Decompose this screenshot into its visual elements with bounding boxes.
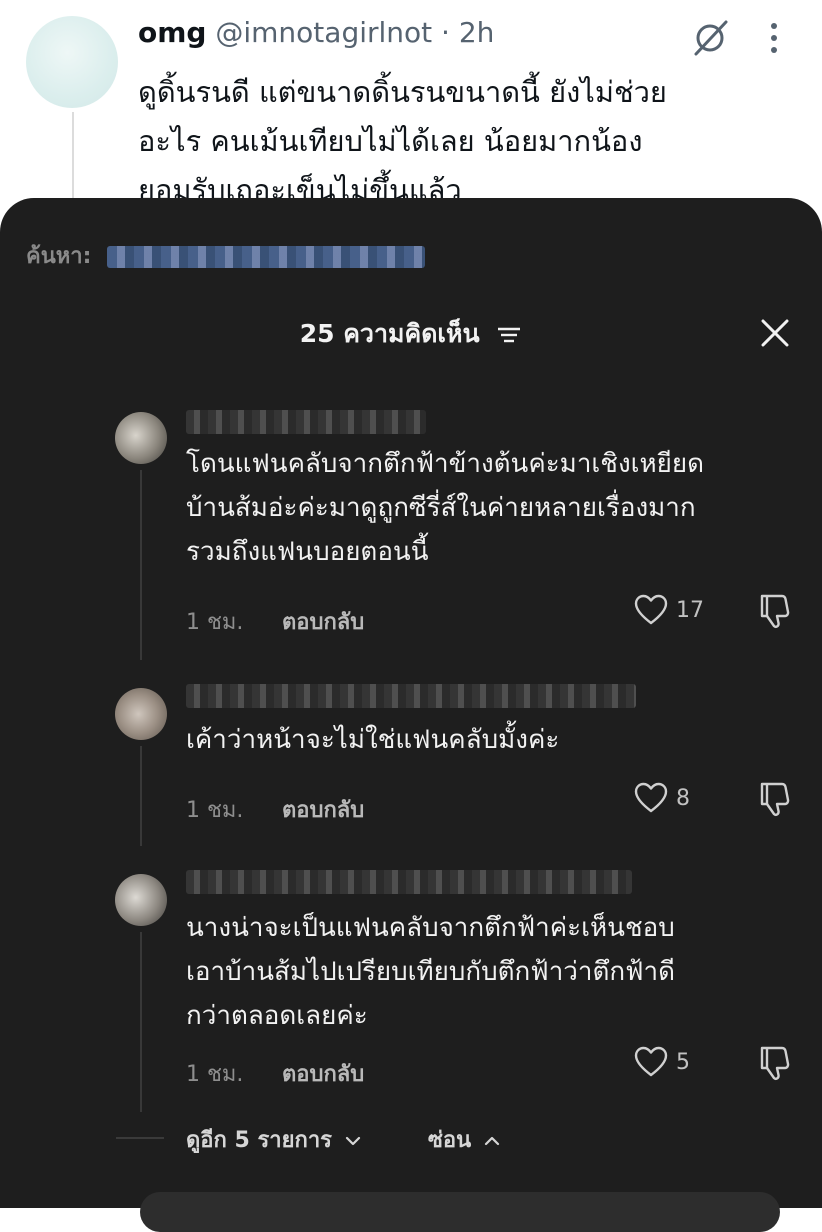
comment-time: 1 ชม. <box>186 1062 244 1087</box>
reply-button[interactable]: ตอบกลับ <box>282 1056 364 1091</box>
tweet: omg @imnotagirlnot · 2h ดูดิ้นรนดี แต่ขน… <box>0 0 822 232</box>
view-more-button[interactable]: ดูอีก 5 รายการ <box>186 1122 362 1157</box>
comment-text-line: กว่าตลอดเลยค่ะ <box>186 1001 368 1031</box>
filter-icon[interactable] <box>496 324 522 346</box>
thread-line <box>140 746 142 846</box>
like-count: 5 <box>676 1050 690 1075</box>
comments-sheet: ค้นหา: 25 ความคิดเห็น โดนแฟนคลับจากตึกฟ้… <box>0 198 822 1232</box>
blurred-search-term <box>107 246 426 268</box>
thread-line <box>140 470 142 660</box>
comment-text-line: บ้านส้มอ่ะค่ะมาดูถูกซีรี่ส์ในค่ายหลายเรื… <box>186 493 696 523</box>
like-count: 17 <box>676 598 704 623</box>
comment-text-line: โดนแฟนคลับจากตึกฟ้าข้างต้นค่ะมาเชิงเหยีย… <box>186 449 705 479</box>
like-count: 8 <box>676 786 690 811</box>
heart-icon[interactable] <box>634 1046 668 1078</box>
replies-toggle-row: ดูอีก 5 รายการ ซ่อน <box>116 1122 806 1162</box>
grok-icon[interactable] <box>690 18 730 58</box>
comment-text: เค้าว่าหน้าจะไม่ใช่แฟนคลับมั้งค่ะ <box>186 718 796 762</box>
heart-icon[interactable] <box>634 782 668 814</box>
tweet-separator: · <box>432 16 459 49</box>
comment-time: 1 ชม. <box>186 798 244 823</box>
tweet-time: 2h <box>458 16 495 49</box>
blurred-username[interactable] <box>186 870 632 894</box>
close-icon[interactable] <box>760 318 790 348</box>
tweet-text-line: อะไร คนเม้นเทียบไม่ได้เลย น้อยมากน้อง <box>138 124 643 158</box>
comments-count-label: 25 ความคิดเห็น <box>299 319 480 348</box>
search-label: ค้นหา: <box>26 244 92 269</box>
chevron-up-icon <box>484 1136 499 1146</box>
tweet-display-name[interactable]: omg <box>138 16 206 49</box>
divider <box>116 1137 164 1139</box>
reply-button[interactable]: ตอบกลับ <box>282 604 364 639</box>
tweet-text-line: ดูดิ้นรนดี แต่ขนาดดิ้นรนขนาดนี้ ยังไม่ช่… <box>138 75 667 109</box>
heart-icon[interactable] <box>634 594 668 626</box>
comment-text-line: เค้าว่าหน้าจะไม่ใช่แฟนคลับมั้งค่ะ <box>186 725 560 755</box>
dislike-icon[interactable] <box>754 780 792 818</box>
comment-text-line: นางน่าจะเป็นแฟนคลับจากตึกฟ้าค่ะเห็นชอบ <box>186 913 675 943</box>
comment-text: โดนแฟนคลับจากตึกฟ้าข้างต้นค่ะมาเชิงเหยีย… <box>186 442 796 574</box>
dislike-icon[interactable] <box>754 592 792 630</box>
comments-title[interactable]: 25 ความคิดเห็น <box>0 314 822 354</box>
search-suggestion[interactable]: ค้นหา: <box>26 238 426 273</box>
chevron-down-icon <box>345 1136 360 1146</box>
tweet-text: ดูดิ้นรนดี แต่ขนาดดิ้นรนขนาดนี้ ยังไม่ช่… <box>138 68 748 215</box>
comment-input[interactable] <box>140 1192 780 1232</box>
commenter-avatar[interactable] <box>115 874 167 926</box>
comment-time: 1 ชม. <box>186 610 244 635</box>
reply-button[interactable]: ตอบกลับ <box>282 792 364 827</box>
tweet-header: omg @imnotagirlnot · 2h <box>138 16 494 49</box>
comment-text-line: รวมถึงแฟนบอยตอนนี้ <box>186 537 429 567</box>
comment-text-line: เอาบ้านส้มไปเปรียบเทียบกับตึกฟ้าว่าตึกฟ้… <box>186 957 676 987</box>
more-options-icon[interactable] <box>763 18 785 58</box>
dislike-icon[interactable] <box>754 1044 792 1082</box>
commenter-avatar[interactable] <box>115 688 167 740</box>
tweet-handle[interactable]: @imnotagirlnot <box>215 16 432 49</box>
thread-line <box>140 932 142 1112</box>
comment-text: นางน่าจะเป็นแฟนคลับจากตึกฟ้าค่ะเห็นชอบ เ… <box>186 906 796 1038</box>
tweet-avatar[interactable] <box>26 16 118 108</box>
commenter-avatar[interactable] <box>115 412 167 464</box>
hide-button[interactable]: ซ่อน <box>428 1122 501 1157</box>
blurred-username[interactable] <box>186 684 636 708</box>
blurred-username[interactable] <box>186 410 426 434</box>
hide-label: ซ่อน <box>428 1128 472 1153</box>
view-more-label: ดูอีก 5 รายการ <box>186 1128 332 1153</box>
